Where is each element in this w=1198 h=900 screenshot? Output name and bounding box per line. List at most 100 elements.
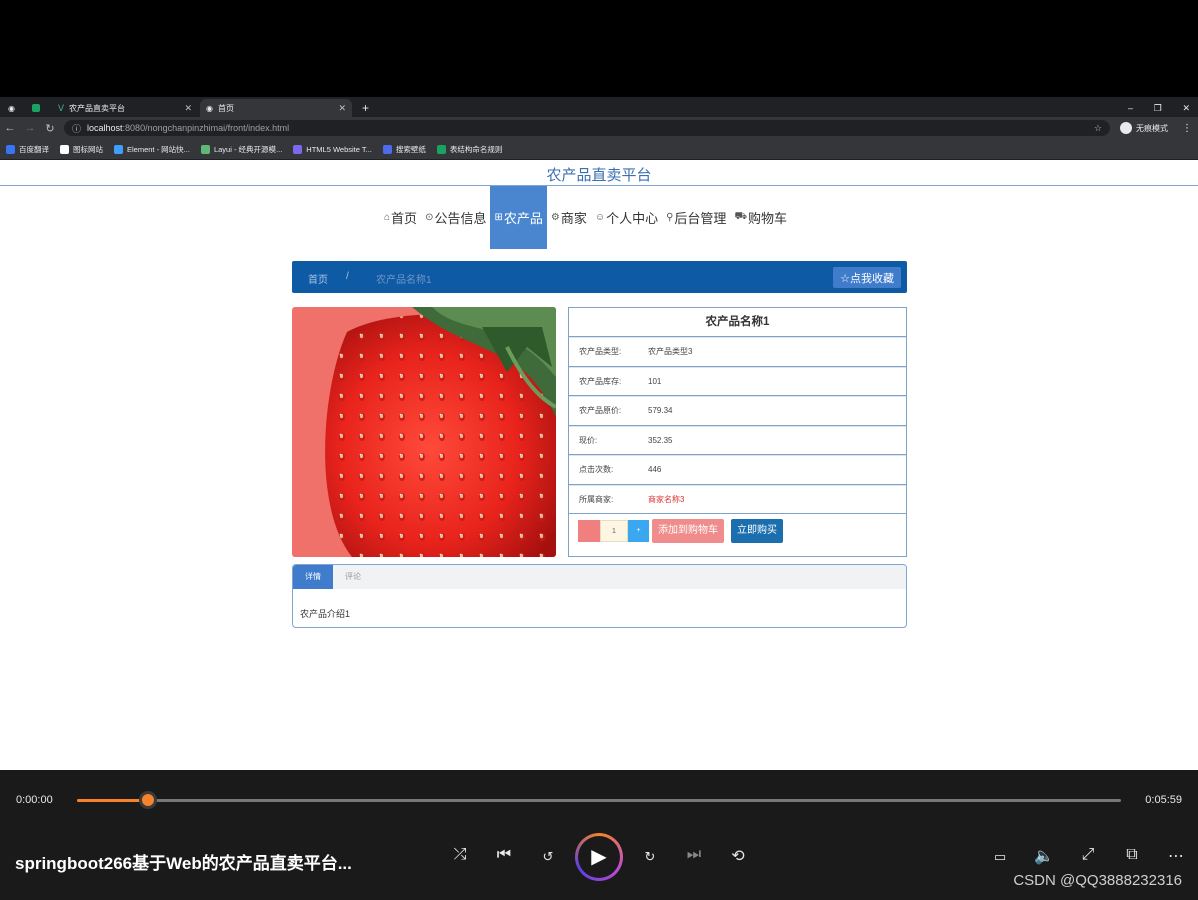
bookmark-wallpaper[interactable]: 搜索壁纸 — [382, 144, 426, 155]
url-path: :8080/nongchanpinzhimai/front/index.html — [122, 123, 290, 133]
tab-label: 农产品直卖平台 — [69, 103, 126, 113]
tab-platform[interactable]: V 农产品直卖平台 ✕ — [52, 99, 198, 117]
more-icon[interactable]: ⋯ — [1164, 846, 1188, 866]
url-host: localhost — [87, 123, 123, 133]
row-label: 农产品原价: — [579, 406, 622, 416]
rewind-10-icon[interactable]: ↺ — [536, 849, 560, 865]
bookmark-label: HTML5 Website T... — [306, 144, 372, 154]
new-tab-button[interactable]: + — [356, 99, 374, 117]
row-value: 352.35 — [648, 435, 673, 445]
add-to-cart-button[interactable]: 添加到购物车 — [652, 518, 724, 543]
nav-merchants[interactable]: ⚙ 商家 — [547, 186, 591, 249]
watermark: CSDN @QQ3888232316 — [1013, 872, 1182, 889]
breadcrumb-home[interactable]: 首页 — [308, 271, 328, 286]
quantity-input[interactable]: 1 — [600, 519, 628, 542]
merchant-link[interactable]: 商家名称3 — [648, 494, 684, 505]
plus-icon: + — [362, 101, 370, 115]
nav-home[interactable]: ⌂ 首页 — [380, 186, 421, 249]
minimize-icon[interactable]: – — [1128, 103, 1133, 113]
play-button[interactable]: ▶ — [575, 833, 623, 881]
bookmark-element[interactable]: Element - 网站快... — [114, 144, 190, 155]
row-current-price: 现价: 352.35 — [569, 425, 906, 455]
tab-pinned[interactable]: ◉ — [2, 99, 24, 117]
nav-notices[interactable]: ⊙ 公告信息 — [421, 186, 490, 249]
bookmark-html5[interactable]: HTML5 Website T... — [293, 144, 372, 154]
close-icon[interactable]: ✕ — [184, 103, 192, 114]
progress-track[interactable] — [77, 799, 1121, 802]
bookmark-naming-rules[interactable]: 表结构命名规则 — [436, 144, 503, 155]
nav-admin[interactable]: ⚲ 后台管理 — [662, 186, 730, 249]
url-field[interactable]: ⓘ localhost:8080/nongchanpinzhimai/front… — [64, 120, 1110, 136]
video-title: springboot266基于Web的农产品直卖平台... — [15, 854, 352, 873]
nav-cart[interactable]: ⛟ 购物车 — [730, 186, 791, 249]
close-icon[interactable]: ✕ — [338, 103, 346, 114]
app-icon — [32, 104, 40, 112]
quantity-plus-button[interactable]: + — [628, 519, 649, 542]
globe-icon: ◉ — [206, 103, 213, 113]
nav-label: 后台管理 — [674, 211, 727, 226]
tab-pinned-2[interactable] — [26, 99, 50, 117]
mini-player-icon[interactable]: ⧉ — [1120, 846, 1144, 864]
bookmark-label: 百度翻译 — [19, 144, 49, 154]
nav-products[interactable]: ⊞ 农产品 — [490, 186, 547, 249]
row-label: 农产品库存: — [579, 376, 622, 386]
row-value: 579.34 — [648, 406, 673, 416]
row-label: 农产品类型: — [579, 347, 622, 357]
bookmark-baidu-translate[interactable]: 百度翻译 — [6, 144, 49, 155]
sheet-icon — [436, 144, 446, 154]
row-merchant: 所属商家: 商家名称3 — [569, 484, 906, 514]
star-icon[interactable]: ☆ — [1094, 123, 1102, 134]
browser-tab-bar: ◉ V 农产品直卖平台 ✕ ◉ 首页 ✕ + – ❐ ✕ — [0, 97, 1198, 117]
user-icon: ☺ — [594, 212, 606, 223]
nav-profile[interactable]: ☺ 个人中心 — [591, 186, 662, 249]
next-icon[interactable]: ⏭ — [682, 846, 706, 864]
strawberry-image — [292, 307, 556, 557]
site-title: 农产品直卖平台 — [546, 167, 652, 184]
reload-icon[interactable]: ↻ — [40, 122, 60, 135]
restore-icon[interactable]: ❐ — [1154, 103, 1162, 114]
forward-30-icon[interactable]: ↻ — [638, 849, 662, 865]
tab-comments[interactable]: 评论 — [333, 565, 373, 589]
info-icon: ⓘ — [72, 123, 82, 134]
flag-icon — [60, 144, 69, 154]
tab-home[interactable]: ◉ 首页 ✕ — [200, 99, 352, 117]
bookmark-label: 图标网站 — [73, 144, 103, 154]
volume-icon[interactable]: 🔈 — [1032, 846, 1056, 866]
repeat-off-icon[interactable]: ⟲ — [726, 846, 750, 866]
bookmark-icon-site[interactable]: 图标网站 — [60, 144, 103, 155]
product-name: 农产品名称1 — [569, 308, 906, 337]
nav-label: 购物车 — [748, 211, 788, 226]
quantity-minus-button[interactable] — [578, 519, 600, 542]
buy-now-button[interactable]: 立即购买 — [731, 518, 783, 543]
window-controls: – ❐ ✕ — [1122, 99, 1196, 117]
shuffle-icon[interactable]: ⤮ — [448, 846, 472, 864]
product-description: 农产品介绍1 — [300, 609, 351, 619]
row-original-price: 农产品原价: 579.34 — [569, 396, 906, 426]
row-stock: 农产品库存: 101 — [569, 366, 906, 396]
nav-label: 公告信息 — [434, 211, 487, 226]
previous-icon[interactable]: ⏮ — [492, 846, 516, 864]
nav-label: 农产品 — [503, 211, 543, 226]
fullscreen-icon[interactable]: ⤢ — [1076, 846, 1100, 864]
menu-icon[interactable]: ⋮ — [1182, 123, 1192, 134]
tab-details[interactable]: 详情 — [293, 565, 333, 589]
subtitles-icon[interactable]: ▭ — [988, 849, 1012, 865]
bookmark-label: 表结构命名规则 — [449, 144, 503, 154]
breadcrumb-separator: / — [346, 271, 349, 282]
profile-label[interactable]: 无痕模式 — [1136, 123, 1168, 134]
back-icon[interactable]: ← — [0, 122, 20, 134]
bookmark-layui[interactable]: Layui - 经典开源模... — [200, 144, 283, 155]
clock-icon: ⊙ — [425, 212, 434, 223]
close-window-icon[interactable]: ✕ — [1182, 103, 1190, 114]
screen: ◉ V 农产品直卖平台 ✕ ◉ 首页 ✕ + – ❐ ✕ ← → ↻ ⓘ loc… — [0, 0, 1198, 900]
cart-icon: ⛟ — [734, 211, 748, 222]
main-nav: ⌂ 首页 ⊙ 公告信息 ⊞ 农产品 ⚙ 商家 ☺ 个人中心 ⚲ 后台管理 ⛟ 购物车 — [380, 186, 791, 249]
progress-thumb[interactable] — [138, 791, 157, 809]
favorite-button[interactable]: ☆点我收藏 — [833, 267, 901, 288]
element-icon — [114, 144, 123, 154]
wallpaper-icon — [382, 144, 392, 154]
forward-icon[interactable]: → — [20, 122, 40, 134]
bookmark-label: Layui - 经典开源模... — [213, 144, 283, 154]
incognito-icon — [1120, 122, 1132, 134]
nav-label: 商家 — [560, 211, 587, 226]
